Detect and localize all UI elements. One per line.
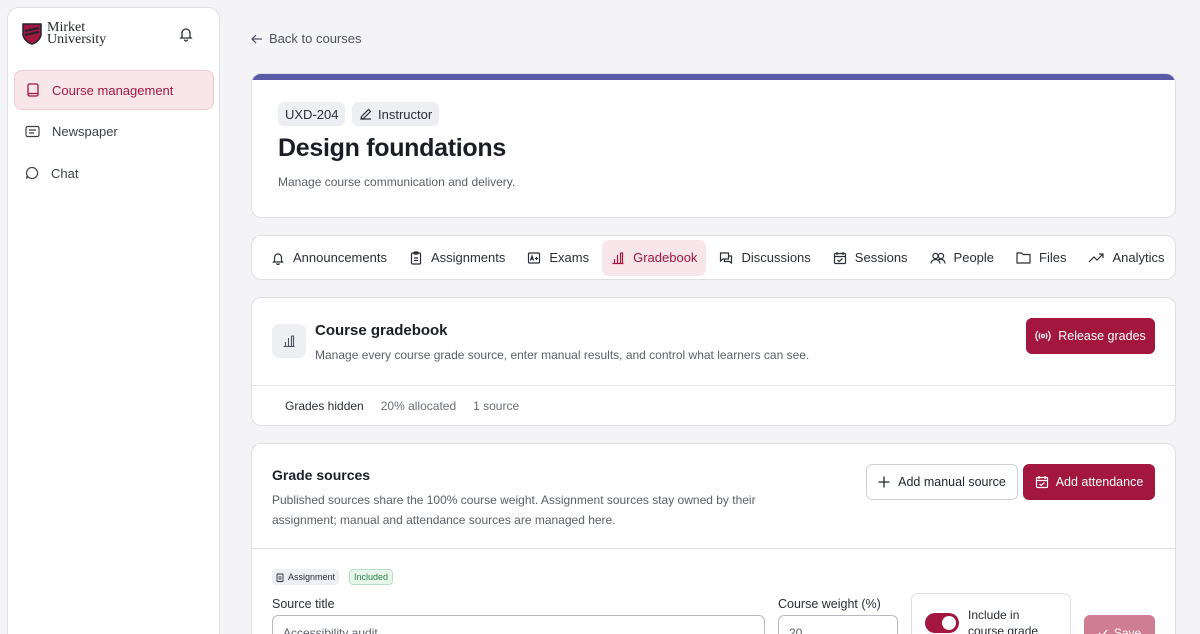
header-accent-bar: [252, 74, 1175, 80]
source-type-tag: Assignment: [272, 569, 340, 585]
tab-label: Exams: [549, 250, 590, 265]
release-grades-label: Release grades: [1058, 329, 1146, 343]
page-title: Design foundations: [278, 134, 506, 162]
source-title-input[interactable]: Accessibility audit: [272, 615, 765, 634]
bell-icon: [271, 251, 285, 265]
source-title-label: Source title: [272, 597, 335, 611]
add-manual-source-button[interactable]: Add manual source: [866, 464, 1018, 500]
calendar-check-icon: [1035, 475, 1049, 489]
notifications-bell-icon[interactable]: [178, 26, 194, 42]
book-icon: [26, 83, 40, 97]
tab-label: Analytics: [1112, 250, 1165, 265]
page-subtitle: Manage course communication and delivery…: [278, 175, 516, 189]
discussion-icon: [719, 251, 733, 265]
add-attendance-label: Add attendance: [1055, 475, 1144, 489]
clipboard-icon: [409, 250, 423, 265]
include-in-grade-label: Include in course grade: [968, 607, 1038, 634]
tab-assignments[interactable]: Assignments: [400, 240, 514, 276]
course-tabs: Announcements Assignments Exams Gradeboo…: [251, 235, 1176, 280]
add-attendance-button[interactable]: Add attendance: [1023, 464, 1155, 500]
course-header: UXD-204 Instructor Design foundations Ma…: [251, 73, 1176, 218]
gradebook-title: Course gradebook: [315, 322, 448, 339]
course-weight-label: Course weight (%): [778, 597, 881, 611]
source-count: 1 source: [473, 399, 520, 413]
people-icon: [929, 251, 946, 265]
gradebook-card: Course gradebook Manage every course gra…: [251, 297, 1176, 426]
grade-sources-title: Grade sources: [272, 467, 371, 483]
check-icon: [1098, 629, 1108, 634]
tab-label: Assignments: [430, 250, 506, 265]
gradebook-icon: [272, 324, 306, 358]
tab-discussions[interactable]: Discussions: [710, 240, 819, 276]
arrow-left-icon: [251, 34, 263, 44]
include-in-grade-toggle[interactable]: [925, 613, 959, 633]
back-to-courses-link[interactable]: Back to courses: [251, 31, 362, 46]
calendar-check-icon: [833, 251, 847, 265]
newspaper-icon: [25, 125, 40, 138]
course-code-chip: UXD-204: [278, 102, 346, 126]
add-manual-source-label: Add manual source: [898, 475, 1006, 489]
clipboard-icon: [276, 573, 284, 582]
plus-icon: [878, 476, 890, 488]
exam-icon: [527, 251, 541, 265]
course-weight-input[interactable]: 20: [778, 615, 898, 634]
sidebar-item-newspaper[interactable]: Newspaper: [14, 111, 214, 151]
source-type-label: Assignment: [288, 572, 336, 582]
sidebar: Mirket University Course management News…: [7, 7, 220, 634]
include-in-grade-toggle-box: Include in course grade: [911, 593, 1071, 634]
tab-label: Files: [1039, 250, 1067, 265]
trend-icon: [1088, 252, 1105, 264]
role-chip: Instructor: [352, 102, 440, 126]
allocated-weight: 20% allocated: [380, 399, 457, 413]
folder-icon: [1016, 251, 1031, 264]
include-label-line-2: course grade: [968, 624, 1039, 634]
gradebook-stats: Grades hidden 20% allocated 1 source: [285, 399, 536, 413]
save-button[interactable]: Save: [1084, 615, 1155, 634]
source-status-badge: Included: [349, 569, 394, 585]
tab-label: People: [953, 250, 995, 265]
tab-exams[interactable]: Exams: [518, 240, 598, 276]
role-label: Instructor: [378, 106, 433, 122]
divider: [252, 385, 1175, 386]
tab-files[interactable]: Files: [1007, 240, 1075, 276]
save-label: Save: [1113, 626, 1142, 634]
sidebar-item-chat[interactable]: Chat: [14, 153, 214, 193]
pencil-icon: [359, 107, 373, 121]
tab-people[interactable]: People: [921, 240, 1003, 276]
tab-announcements[interactable]: Announcements: [262, 240, 396, 276]
course-code: UXD-204: [285, 106, 339, 122]
shield-logo-icon: [22, 23, 42, 45]
back-link-label: Back to courses: [269, 31, 362, 46]
tab-label: Announcements: [293, 250, 387, 265]
grades-visibility-status: Grades hidden: [285, 399, 364, 413]
brand-line-2: University: [47, 32, 107, 47]
release-grades-button[interactable]: Release grades: [1026, 318, 1155, 354]
tab-sessions[interactable]: Sessions: [824, 240, 917, 276]
sidebar-item-label: Chat: [51, 165, 79, 181]
grade-sources-description: Published sources share the 100% course …: [272, 493, 756, 527]
sidebar-item-label: Course management: [52, 82, 174, 98]
university-logo[interactable]: Mirket University: [22, 21, 107, 47]
bar-chart-icon: [611, 251, 625, 265]
sidebar-item-course-management[interactable]: Course management: [14, 70, 214, 110]
tab-label: Gradebook: [633, 250, 698, 265]
grade-sources-card: Grade sources Published sources share th…: [251, 443, 1176, 634]
chat-icon: [25, 166, 39, 180]
broadcast-icon: [1035, 330, 1051, 342]
divider: [252, 548, 1175, 549]
tab-label: Sessions: [854, 250, 908, 265]
include-label-line-1: Include in: [968, 608, 1020, 622]
tab-label: Discussions: [741, 250, 811, 265]
toggle-knob: [942, 616, 956, 630]
sidebar-item-label: Newspaper: [52, 123, 118, 139]
gradebook-subtitle: Manage every course grade source, enter …: [315, 348, 810, 362]
tab-analytics[interactable]: Analytics: [1079, 240, 1173, 276]
source-status-label: Included: [354, 572, 389, 582]
tab-gradebook[interactable]: Gradebook: [602, 239, 707, 276]
